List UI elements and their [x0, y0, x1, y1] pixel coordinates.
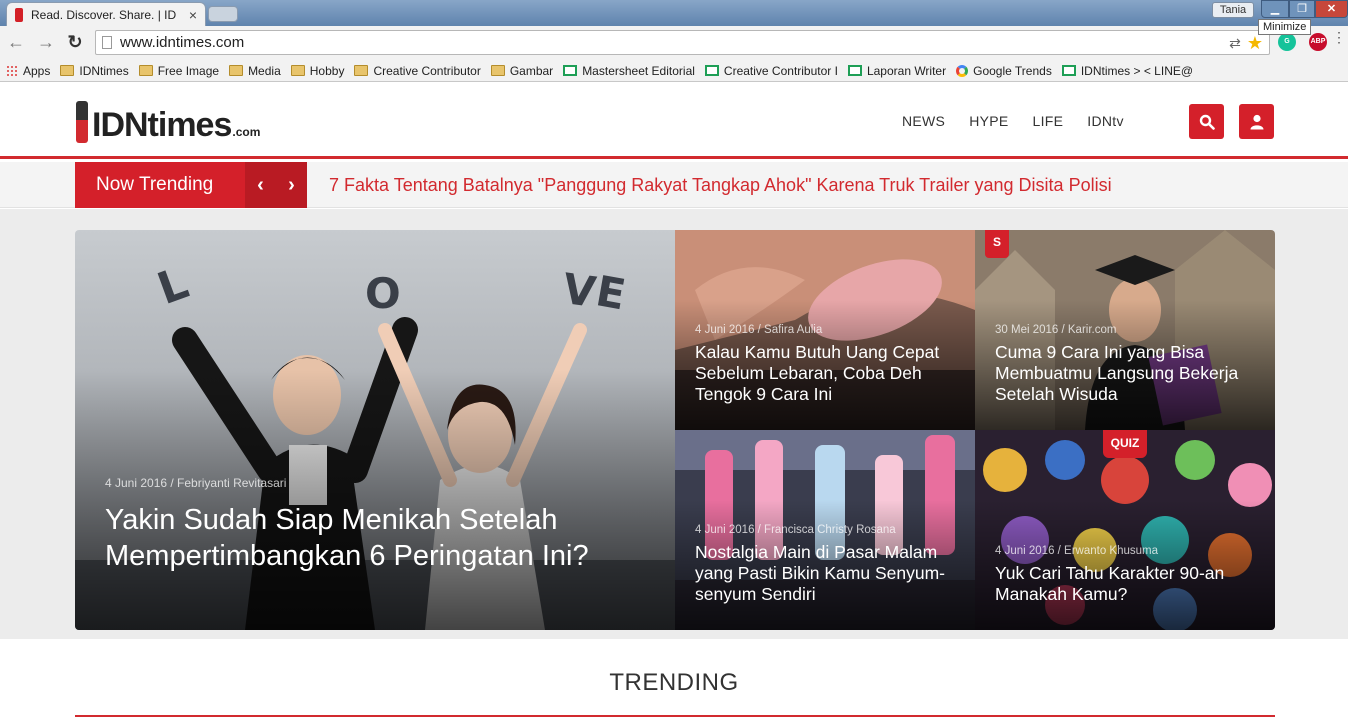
sheets-icon	[704, 65, 719, 76]
article-meta: 4 Juni 2016 / Erwanto Khusuma	[995, 545, 1159, 557]
now-trending-bar: Now Trending ‹ › 7 Fakta Tentang Batalny…	[0, 162, 1348, 208]
bookmark-creative-contributor-sheet[interactable]: Creative Contributor I	[704, 64, 838, 78]
maximize-button[interactable]: ❐	[1289, 0, 1315, 18]
article-card[interactable]: QUIZ 4 Juni 2016 / Erwanto Khusuma Yuk C…	[975, 430, 1275, 630]
bookmarks-bar: Apps IDNtimes Free Image Media Hobby Cre…	[0, 60, 1348, 82]
address-bar[interactable]: www.idntimes.com ⇄ ★	[95, 30, 1270, 55]
article-headline[interactable]: Nostalgia Main di Pasar Malam yang Pasti…	[695, 542, 961, 605]
bookmark-apps[interactable]: Apps	[6, 64, 50, 78]
close-window-button[interactable]: ✕	[1315, 0, 1348, 18]
bookmark-free-image[interactable]: Free Image	[138, 64, 219, 78]
minimize-tooltip: Minimize	[1258, 19, 1312, 35]
featured-article-card[interactable]: L O V E 4 Juni 2016 / Febriyanti Revitas…	[75, 230, 675, 630]
idntimes-favicon-icon	[15, 7, 23, 22]
search-button[interactable]	[1189, 104, 1224, 139]
nav-idntv[interactable]: IDNtv	[1087, 113, 1124, 129]
bookmark-mastersheet-editorial[interactable]: Mastersheet Editorial	[563, 64, 695, 78]
letter-o: O	[365, 269, 401, 318]
hero-grid: L O V E 4 Juni 2016 / Febriyanti Revitas…	[75, 230, 1275, 630]
tab-title: Read. Discover. Share. | ID	[31, 7, 177, 22]
new-tab-button[interactable]	[208, 6, 238, 22]
folder-icon	[229, 65, 244, 76]
browser-titlebar: Read. Discover. Share. | ID × Tania ▁ ❐ …	[0, 0, 1348, 26]
nav-news[interactable]: NEWS	[902, 113, 945, 129]
bookmark-google-trends[interactable]: Google Trends	[956, 64, 1052, 78]
article-meta: 4 Juni 2016 / Safira Aulia	[695, 324, 823, 336]
site-logo[interactable]: IDNtimes .com	[76, 101, 260, 143]
letter-e: E	[592, 266, 629, 319]
bookmark-media[interactable]: Media	[229, 64, 281, 78]
trending-heading: TRENDING	[609, 669, 739, 696]
hero-section: L O V E 4 Juni 2016 / Febriyanti Revitas…	[0, 209, 1348, 639]
article-meta: 4 Juni 2016 / Francisca Christy Rosana	[695, 524, 896, 536]
sheets-icon	[847, 65, 862, 76]
article-headline[interactable]: Yakin Sudah Siap Menikah Setelah Mempert…	[105, 502, 645, 574]
article-headline[interactable]: Yuk Cari Tahu Karakter 90-an Manakah Kam…	[995, 563, 1261, 605]
reload-icon[interactable]: ↻	[65, 32, 85, 52]
article-meta: 4 Juni 2016 / Febriyanti Revitasari	[105, 476, 287, 490]
article-meta: 30 Mei 2016 / Karir.com	[995, 324, 1117, 336]
article-headline[interactable]: Kalau Kamu Butuh Uang Cepat Sebelum Leba…	[695, 342, 961, 405]
bookmark-creative-contributor[interactable]: Creative Contributor	[354, 64, 481, 78]
trending-controls: ‹ ›	[245, 162, 307, 208]
browser-tab[interactable]: Read. Discover. Share. | ID ×	[6, 2, 206, 26]
grammarly-extension-icon[interactable]: G	[1278, 33, 1296, 51]
forward-arrow-icon[interactable]: →	[36, 32, 56, 52]
love-letters-graphic: L O V E	[151, 258, 629, 320]
apps-grid-icon	[6, 64, 18, 77]
now-trending-label: Now Trending	[75, 162, 245, 208]
quiz-badge-icon: QUIZ	[1103, 430, 1147, 458]
nav-life[interactable]: LIFE	[1033, 113, 1064, 129]
folder-icon	[290, 65, 305, 76]
letter-l: L	[151, 258, 195, 316]
logo-text: IDNtimes	[92, 106, 232, 144]
article-card[interactable]: 4 Juni 2016 / Francisca Christy Rosana N…	[675, 430, 975, 630]
bookmark-idntimes-line[interactable]: IDNtimes > < LINE@	[1061, 64, 1193, 78]
bookmark-idntimes[interactable]: IDNtimes	[60, 64, 129, 78]
user-icon	[1250, 114, 1263, 129]
idntimes-logo-icon	[76, 101, 88, 143]
folder-icon	[60, 65, 75, 76]
article-card[interactable]: S 30 Mei 2016 / Karir.com Cuma 9 Cara In…	[975, 230, 1275, 430]
trending-section: TRENDING	[0, 639, 1348, 726]
sheets-icon	[1061, 65, 1076, 76]
chevron-left-icon[interactable]: ‹	[257, 174, 264, 197]
trending-divider	[75, 715, 1275, 717]
back-arrow-icon[interactable]: ←	[6, 32, 26, 52]
article-headline[interactable]: Cuma 9 Cara Ini yang Bisa Membuatmu Lang…	[995, 342, 1261, 405]
nav-hype[interactable]: HYPE	[969, 113, 1008, 129]
chevron-right-icon[interactable]: ›	[288, 174, 295, 197]
google-icon	[956, 64, 969, 77]
sheets-icon	[563, 65, 578, 76]
folder-icon	[490, 65, 505, 76]
main-nav: NEWS HYPE LIFE IDNtv	[890, 83, 1136, 159]
search-icon	[1199, 114, 1215, 130]
bookmark-laporan-writer[interactable]: Laporan Writer	[847, 64, 946, 78]
browser-toolbar: ← → ↻ www.idntimes.com ⇄ ★ G ABP ⋮	[0, 26, 1348, 60]
logo-suffix: .com	[232, 125, 261, 139]
bookmark-hobby[interactable]: Hobby	[290, 64, 344, 78]
bookmark-gambar[interactable]: Gambar	[490, 64, 553, 78]
translate-icon[interactable]: ⇄	[1229, 35, 1241, 52]
user-button[interactable]	[1239, 104, 1274, 139]
site-header: IDNtimes .com NEWS HYPE LIFE IDNtv	[0, 83, 1348, 159]
bookmark-star-icon[interactable]: ★	[1247, 34, 1263, 52]
page-icon	[102, 36, 112, 49]
profile-button[interactable]: Tania	[1212, 2, 1254, 18]
folder-icon	[354, 65, 369, 76]
url-text: www.idntimes.com	[120, 34, 245, 51]
sponsored-badge-icon: S	[985, 230, 1009, 258]
article-card[interactable]: 4 Juni 2016 / Safira Aulia Kalau Kamu Bu…	[675, 230, 975, 430]
folder-icon	[138, 65, 153, 76]
minimize-button[interactable]: ▁	[1261, 0, 1289, 18]
trending-headline-link[interactable]: 7 Fakta Tentang Batalnya "Panggung Rakya…	[329, 162, 1112, 208]
adblock-extension-icon[interactable]: ABP	[1309, 33, 1327, 51]
chrome-menu-icon[interactable]: ⋮	[1332, 30, 1346, 44]
tab-close-icon[interactable]: ×	[189, 7, 197, 23]
